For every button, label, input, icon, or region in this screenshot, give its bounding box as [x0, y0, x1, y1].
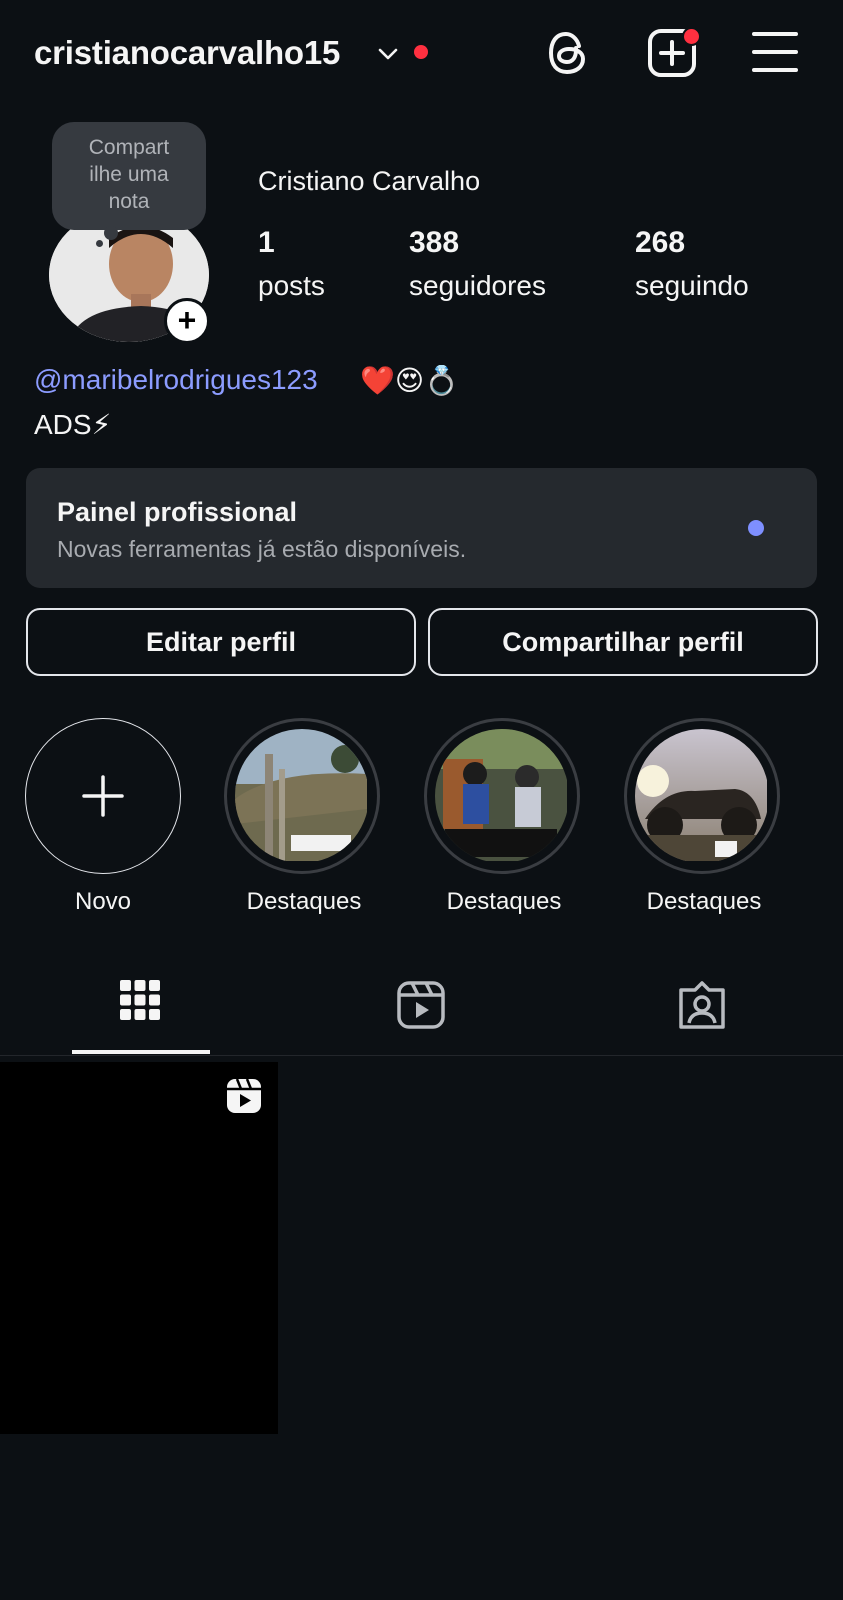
- note-line: Compart: [88, 136, 170, 159]
- bio-text: ADS⚡: [34, 409, 112, 440]
- profile-full-name: Cristiano Carvalho: [258, 166, 481, 196]
- account-username-switcher[interactable]: cristianocarvalho15: [34, 34, 340, 72]
- bio-emoji: ❤️😍💍: [360, 365, 459, 396]
- highlight-cover-image: [635, 729, 769, 863]
- highlight-label: Destaques: [246, 888, 362, 915]
- highlight-cover-image: [235, 729, 369, 863]
- highlight-item[interactable]: [224, 718, 380, 874]
- posts-count[interactable]: 1: [258, 226, 275, 260]
- new-post-notification-dot: [682, 27, 701, 46]
- followers-count[interactable]: 388: [409, 226, 459, 260]
- following-label[interactable]: seguindo: [635, 270, 749, 302]
- chevron-down-icon[interactable]: [376, 42, 400, 71]
- bio-mention-link[interactable]: @maribelrodrigues123: [34, 364, 318, 396]
- edit-profile-button[interactable]: Editar perfil: [26, 608, 416, 676]
- followers-label[interactable]: seguidores: [409, 270, 546, 302]
- reel-badge-icon: [226, 1078, 262, 1119]
- professional-dashboard-card[interactable]: [26, 468, 817, 588]
- posts-label[interactable]: posts: [258, 270, 325, 302]
- professional-dashboard-title: Painel profissional: [57, 497, 298, 527]
- tagged-icon[interactable]: [677, 980, 727, 1035]
- new-highlight-button[interactable]: [25, 718, 181, 874]
- notification-dot: [414, 45, 428, 59]
- menu-icon[interactable]: [752, 30, 798, 79]
- threads-icon[interactable]: [545, 28, 591, 83]
- add-story-button[interactable]: +: [164, 298, 210, 344]
- highlight-label: Novo: [74, 888, 132, 915]
- note-bubble-tail: [104, 226, 118, 240]
- plus-icon: [82, 775, 124, 817]
- note-line: nota: [108, 190, 150, 213]
- tabs-divider: [0, 1055, 843, 1056]
- highlight-cover-image: [435, 729, 569, 863]
- highlight-item[interactable]: [424, 718, 580, 874]
- professional-dashboard-subtitle: Novas ferramentas já estão disponíveis.: [57, 536, 467, 562]
- following-count[interactable]: 268: [635, 226, 685, 260]
- note-bubble-tail: [96, 240, 103, 247]
- share-profile-button[interactable]: Compartilhar perfil: [428, 608, 818, 676]
- reels-icon[interactable]: [396, 980, 446, 1035]
- highlight-label: Destaques: [446, 888, 562, 915]
- highlight-item[interactable]: [624, 718, 780, 874]
- highlight-label: Destaques: [646, 888, 762, 915]
- new-badge-dot: [748, 520, 764, 536]
- active-tab-indicator: [72, 1050, 210, 1054]
- note-line: ilhe uma: [89, 163, 169, 186]
- grid-icon[interactable]: [120, 980, 160, 1033]
- share-note-bubble[interactable]: Compart ilhe uma nota: [52, 122, 206, 230]
